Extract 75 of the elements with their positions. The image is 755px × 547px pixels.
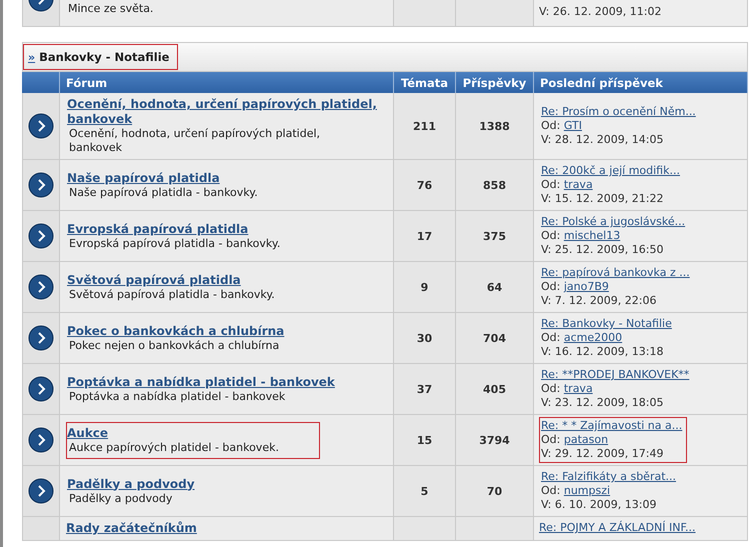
- last-post-date: V: 29. 12. 2009, 17:49: [541, 447, 664, 461]
- forum-title-link[interactable]: Poptávka a nabídka platidel - bankovek: [67, 374, 335, 390]
- forum-title-link[interactable]: Rady začátečníkům: [66, 521, 197, 536]
- topic-count: 30: [394, 313, 456, 364]
- column-header: Poslední příspěvek: [534, 72, 748, 93]
- last-post-date: V: 26. 12. 2009, 11:02: [539, 5, 662, 18]
- author-label: Od:: [541, 484, 560, 497]
- column-header: Fórum: [60, 72, 394, 93]
- forum-description: Evropská papírová platidla - bankovky.: [68, 236, 280, 250]
- last-post-date: V: 6. 10. 2009, 13:09: [541, 498, 658, 512]
- forum-description: Poptávka a nabídka platidel - bankovek: [68, 390, 286, 404]
- last-post-link[interactable]: Re: Prosím o ocenění Něm...: [541, 105, 696, 119]
- forum-title-link[interactable]: Padělky a podvody: [67, 476, 195, 492]
- post-count: 70: [456, 466, 534, 517]
- last-post-date: V: 16. 12. 2009, 13:18: [541, 345, 664, 359]
- forum-description: Pokec nejen o bankovkách a chlubírna: [68, 338, 280, 352]
- column-header: Příspěvky: [456, 72, 534, 93]
- column-header: Témata: [394, 72, 456, 93]
- last-post-date: V: 15. 12. 2009, 21:22: [541, 192, 664, 206]
- post-count: 704: [456, 313, 534, 364]
- author-link[interactable]: patason: [564, 433, 608, 446]
- last-post-link[interactable]: Re: * * Zajímavosti na a...: [541, 419, 682, 433]
- forum-title-link[interactable]: Aukce: [67, 426, 279, 440]
- forum-description: Aukce papírových platidel - bankovek.: [68, 440, 279, 454]
- last-post-link[interactable]: Re: papírová bankovka z ...: [541, 266, 690, 280]
- author-label: Od:: [541, 433, 560, 446]
- last-post-link[interactable]: Re: Falzifikáty a sběrat...: [541, 470, 676, 484]
- column-header: [22, 72, 60, 93]
- topic-count: 17: [394, 211, 456, 262]
- last-post-link[interactable]: Re: Polské a jugoslávské...: [541, 215, 686, 229]
- topic-count: 211: [394, 93, 456, 160]
- post-count: 1388: [456, 93, 534, 160]
- author-link[interactable]: trava: [564, 178, 593, 191]
- forum-title-link[interactable]: Pokec o bankovkách a chlubírna: [67, 324, 284, 338]
- forum-description: Mince ze světa.: [67, 2, 154, 16]
- author-label: Od:: [541, 178, 560, 191]
- topic-count: 76: [394, 160, 456, 211]
- author-link[interactable]: jano7B9: [564, 280, 609, 293]
- topic-count: 15: [394, 415, 456, 466]
- post-count: 858: [456, 160, 534, 211]
- forum-description: Světová papírová platidla - bankovky.: [68, 288, 275, 302]
- topic-count: 37: [394, 364, 456, 415]
- last-post-date: V: 23. 12. 2009, 18:05: [541, 396, 664, 410]
- last-post-link[interactable]: Re: **PRODEJ BANKOVEK**: [541, 368, 690, 382]
- post-count: 375: [456, 211, 534, 262]
- forum-title-link[interactable]: Naše papírová platidla: [67, 170, 258, 186]
- topic-count: 9: [394, 262, 456, 313]
- author-label: Od:: [541, 331, 560, 344]
- forum-description: Ocenění, hodnota, určení papírových platidel, bankovek: [68, 127, 322, 155]
- author-link[interactable]: mischel13: [564, 229, 620, 242]
- post-count: 64: [456, 262, 534, 313]
- author-link[interactable]: acme2000: [564, 331, 622, 344]
- author-label: Od:: [541, 119, 560, 132]
- last-post-date: V: 7. 12. 2009, 22:06: [541, 294, 658, 308]
- author-label: Od:: [541, 229, 560, 242]
- forum-title-link[interactable]: Evropská papírová platidla: [67, 222, 280, 236]
- author-label: Od:: [541, 280, 560, 293]
- forum-title-link[interactable]: Ocenění, hodnota, určení papírových platidel, bankovek: [67, 97, 382, 127]
- forum-title-link[interactable]: Světová papírová platidla: [67, 272, 275, 288]
- category-title: Bankovky - Notafilie: [39, 50, 170, 64]
- last-post-link[interactable]: Re: 200kč a její modifik...: [541, 164, 680, 178]
- author-label: Od:: [541, 382, 560, 395]
- last-post-date: V: 25. 12. 2009, 16:50: [541, 243, 664, 257]
- author-link[interactable]: GTI: [564, 119, 582, 132]
- last-post-link[interactable]: Re: Bankovky - Notafilie: [541, 317, 672, 331]
- author-link[interactable]: trava: [564, 382, 593, 395]
- author-link[interactable]: numpszi: [564, 484, 610, 497]
- topic-count: 5: [394, 466, 456, 517]
- category-link[interactable]: »: [28, 50, 36, 64]
- forum-description: Naše papírová platidla - bankovky.: [68, 186, 258, 200]
- forum-description: Padělky a podvody: [68, 492, 174, 506]
- last-post-date: V: 28. 12. 2009, 14:05: [541, 133, 664, 147]
- post-count: 3794: [456, 415, 534, 466]
- last-post-link[interactable]: Re: POJMY A ZÁKLADNÍ INF...: [539, 521, 696, 534]
- post-count: 405: [456, 364, 534, 415]
